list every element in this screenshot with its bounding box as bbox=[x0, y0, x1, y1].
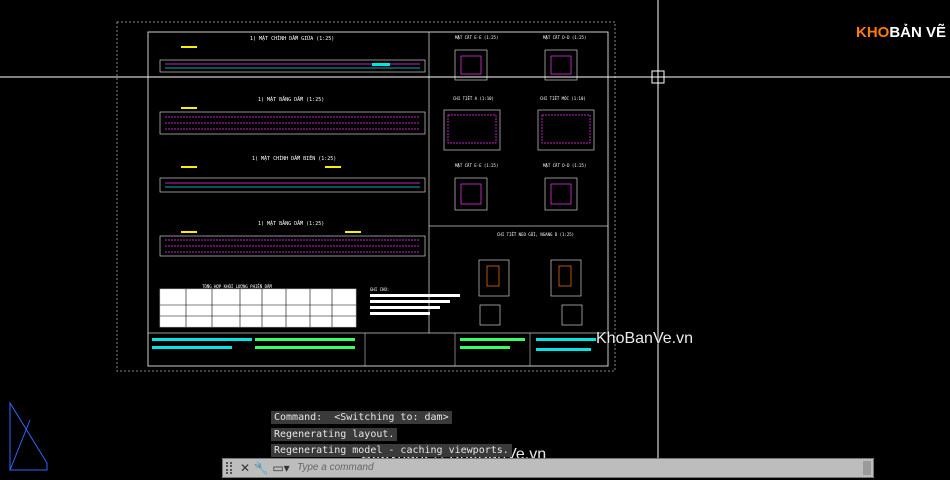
section-label-5: MẶT CẮT E-E (1:25) bbox=[455, 163, 499, 168]
section-label-1: MẶT CẮT E-E (1:25) bbox=[455, 35, 499, 40]
watermark-site: KhoBanVe.vn bbox=[596, 330, 693, 347]
command-input[interactable]: Type a command bbox=[297, 461, 877, 475]
section-views bbox=[443, 49, 595, 326]
quantity-table bbox=[159, 288, 357, 328]
view-label-1: 1) MẶT CHÍNH DẦM GIỮA (1:25) bbox=[250, 36, 335, 42]
command-history-line: Regenerating layout. bbox=[271, 428, 398, 441]
command-bar: ✕ 🔧 ▭▾ Type a command bbox=[222, 458, 874, 478]
ucs-icon bbox=[9, 401, 48, 471]
notes-title: GHI CHÚ: bbox=[370, 287, 390, 292]
table-title: TỔNG HỢP KHỐI LƯỢNG PHIẾN DẦM bbox=[202, 284, 272, 289]
logo-part-1: KHO bbox=[856, 24, 890, 41]
view-label-3: 1) MẶT CHÍNH DẦM BIÊN (1:25) bbox=[252, 156, 337, 162]
command-history-line: Regenerating model - caching viewports. bbox=[271, 444, 512, 457]
logo-part-2: BẢN VẼ bbox=[889, 24, 947, 41]
section-label-6: MẶT CẮT D-D (1:25) bbox=[543, 163, 587, 168]
detail-label: CHI TIẾT NEO GỐI, NGANG D (1:25) bbox=[497, 232, 575, 237]
view-label-4: 1) MẶT BẰNG DẦM (1:25) bbox=[258, 221, 325, 227]
close-icon[interactable]: ✕ bbox=[237, 460, 253, 476]
section-label-4: CHI TIẾT MÓC (1:10) bbox=[540, 96, 586, 101]
section-label-3: CHI TIẾT A (1:10) bbox=[453, 96, 494, 101]
cad-drawing-canvas[interactable] bbox=[0, 0, 950, 480]
drag-grip-icon[interactable] bbox=[226, 462, 232, 474]
command-bar-end bbox=[863, 461, 871, 475]
command-history-line: Command: <Switching to: dam> bbox=[271, 411, 452, 424]
khobanve-logo: KHOBẢN VẼ bbox=[856, 24, 946, 41]
recent-commands-icon[interactable]: ▭▾ bbox=[271, 460, 291, 476]
view-label-2: 1) MẶT BẰNG DẦM (1:25) bbox=[258, 97, 325, 103]
wrench-icon[interactable]: 🔧 bbox=[253, 460, 269, 476]
section-label-2: MẶT CẮT D-D (1:25) bbox=[543, 35, 587, 40]
